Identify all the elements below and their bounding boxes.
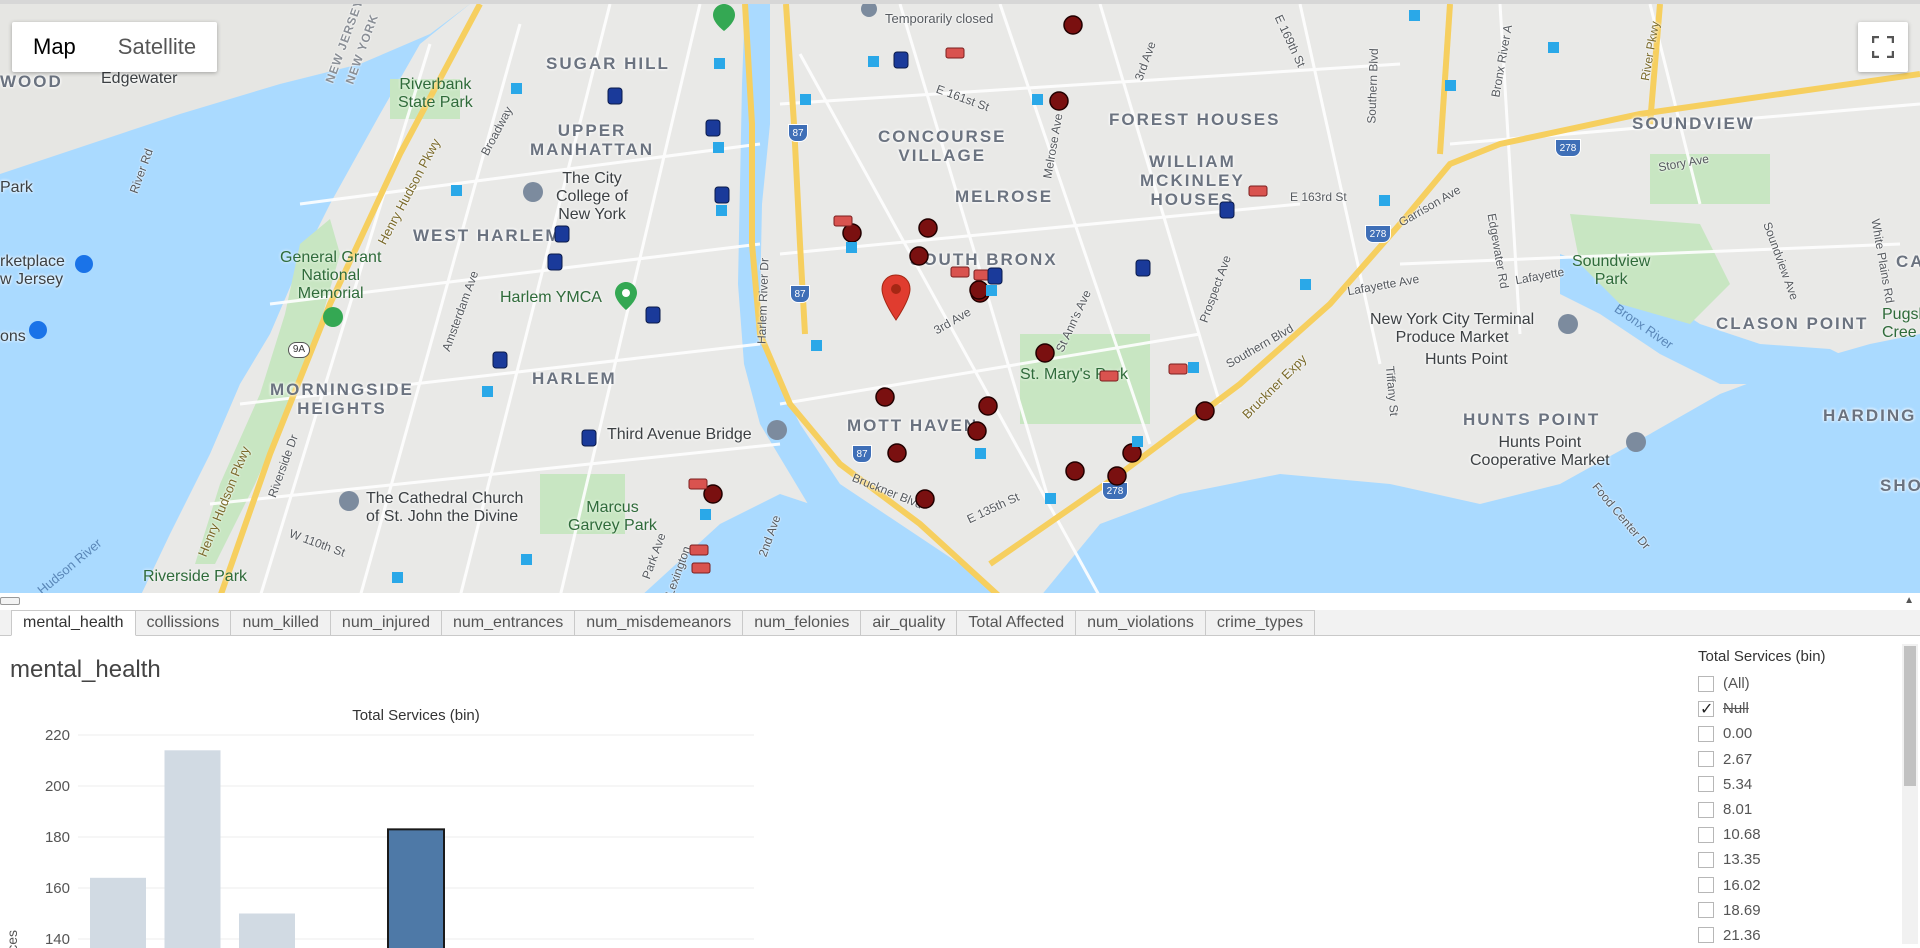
legend-item[interactable]: 2.67 [1698,747,1898,772]
legend-item[interactable]: 10.68 [1698,822,1898,847]
scrollbar-thumb[interactable] [1904,646,1916,786]
legend-item[interactable]: 18.69 [1698,898,1898,923]
tab-num-misdemeanors[interactable]: num_misdemeanors [575,610,743,636]
y-tick-label: 200 [45,778,70,795]
legend-checkbox[interactable] [1698,902,1714,918]
legend-item-label: 16.02 [1723,877,1761,894]
legend-item-label: Null [1723,700,1749,717]
splitter-handle[interactable] [0,597,20,605]
tab-num-felonies[interactable]: num_felonies [743,610,861,636]
tab-num-killed[interactable]: num_killed [231,610,330,636]
legend-item[interactable]: 5.34 [1698,772,1898,797]
y-tick-label: 220 [45,727,70,744]
tab-mental-health[interactable]: mental_health [11,610,136,636]
bar[interactable] [239,914,295,948]
chart-ylabel: Services [4,930,20,948]
scroll-up-icon[interactable]: ▲ [1904,595,1914,606]
legend-title: Total Services (bin) [1698,648,1898,665]
legend-item-label: 8.01 [1723,801,1752,818]
vertical-scrollbar[interactable] [1902,644,1918,944]
tab-num-injured[interactable]: num_injured [331,610,442,636]
tab-total-affected[interactable]: Total Affected [957,610,1076,636]
fullscreen-button[interactable] [1858,22,1908,72]
legend-item[interactable]: (All) [1698,671,1898,696]
y-tick-label: 180 [45,829,70,846]
legend-item-label: 13.35 [1723,851,1761,868]
legend-items: (All) Null 0.00 2.67 5.34 8.01 10.68 13.35 16.02… [1698,671,1898,948]
sheet-pane: mental_health Total Services (bin) Servi… [0,636,1920,946]
tab-crime-types[interactable]: crime_types [1206,610,1315,636]
tab-num-entrances[interactable]: num_entrances [442,610,575,636]
bar-selected[interactable] [388,829,444,948]
legend-item[interactable]: 0.00 [1698,721,1898,746]
pane-splitter[interactable]: ▲ [0,593,1920,610]
map-marker-layer[interactable] [0,4,1920,593]
y-tick-label: 140 [45,931,70,948]
legend-item[interactable]: 21.36 [1698,923,1898,948]
legend-checkbox[interactable] [1698,927,1714,943]
legend-checkbox[interactable] [1698,751,1714,767]
legend-checkbox[interactable] [1698,802,1714,818]
legend-checkbox[interactable] [1698,827,1714,843]
tab-num-violations[interactable]: num_violations [1076,610,1206,636]
legend-item-label: 5.34 [1723,776,1752,793]
legend-item-label: 2.67 [1723,751,1752,768]
legend-item-label: 0.00 [1723,725,1752,742]
legend-checkbox[interactable] [1698,726,1714,742]
legend-item-label: 10.68 [1723,826,1761,843]
sheet-title: mental_health [10,656,161,684]
legend-item-label: (All) [1723,675,1750,692]
legend-checkbox[interactable] [1698,776,1714,792]
chart-y-ticks: 220 200 180 160 140 [45,727,70,948]
tab-collissions[interactable]: collissions [136,610,232,636]
legend-item-label: 18.69 [1723,902,1761,919]
bar[interactable] [165,750,221,948]
chart-title: Total Services (bin) [352,707,480,724]
map-type-toggle: Map Satellite [12,22,217,72]
map-type-map-button[interactable]: Map [12,22,97,72]
legend-item[interactable]: 8.01 [1698,797,1898,822]
chart-bars [90,750,444,948]
legend-item-label: 21.36 [1723,927,1761,944]
legend-checkbox[interactable] [1698,701,1714,717]
legend-checkbox[interactable] [1698,877,1714,893]
bar[interactable] [90,878,146,948]
sheet-tabs: mental_health collissions num_killed num… [0,610,1920,636]
legend-checkbox[interactable] [1698,676,1714,692]
filter-legend: Total Services (bin) (All) Null 0.00 2.67 5.… [1698,648,1898,948]
legend-item[interactable]: 16.02 [1698,873,1898,898]
fullscreen-icon [1872,36,1894,58]
tab-air-quality[interactable]: air_quality [861,610,957,636]
legend-checkbox[interactable] [1698,852,1714,868]
y-tick-label: 160 [45,880,70,897]
map-view[interactable]: SUGAR HILL UPPER MANHATTAN WEST HARLEM H… [0,0,1920,593]
bar-chart: Total Services (bin) Services 220 200 180 1… [0,698,760,948]
map-type-satellite-button[interactable]: Satellite [97,22,217,72]
legend-item[interactable]: Null [1698,696,1898,721]
legend-item[interactable]: 13.35 [1698,847,1898,872]
